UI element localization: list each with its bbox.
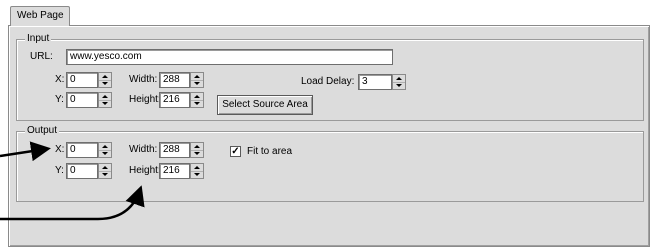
annotation-arrows	[0, 141, 145, 221]
arrow-to-x-field-icon	[0, 141, 51, 162]
tab-web-page[interactable]: Web Page	[10, 6, 70, 26]
arrow-to-height-field-icon	[0, 185, 145, 221]
